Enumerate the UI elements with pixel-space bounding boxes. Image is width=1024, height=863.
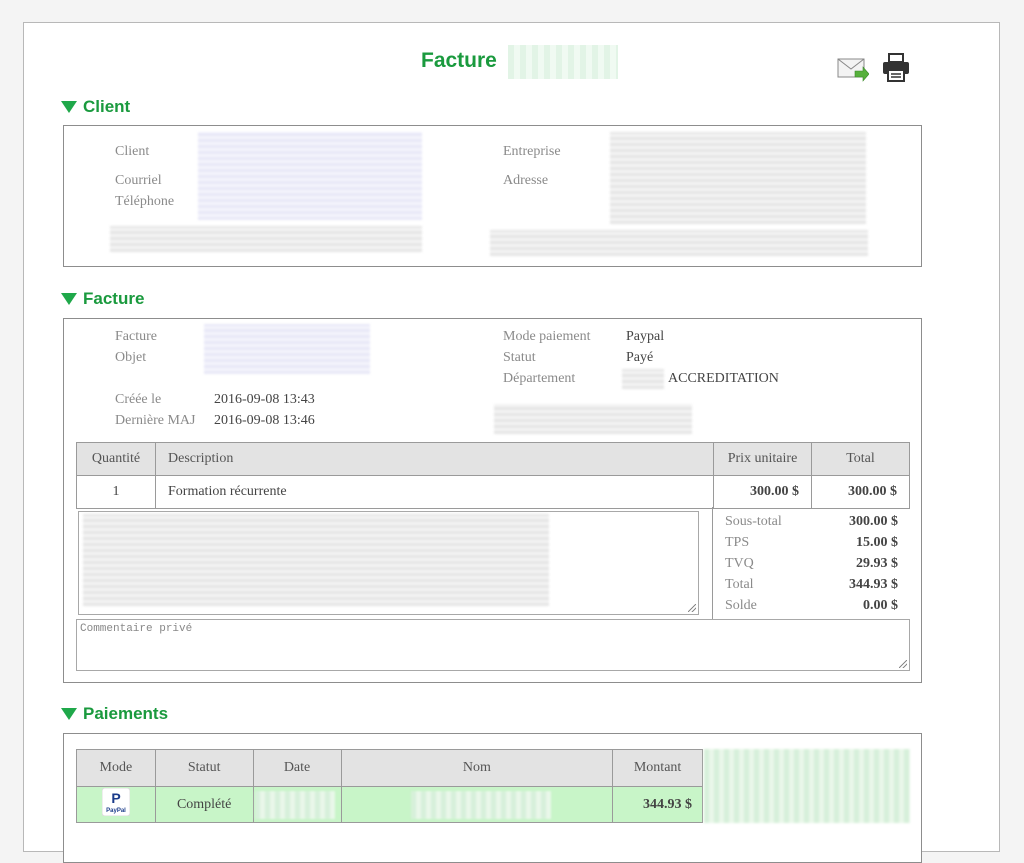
telephone-label: Téléphone xyxy=(115,194,175,209)
private-comment-textarea[interactable]: Commentaire privé xyxy=(76,619,910,671)
client-box: Client Courriel Téléphone Entreprise Adr… xyxy=(63,125,922,267)
solde-label: Solde xyxy=(725,598,757,613)
section-client-toggle[interactable]: Client xyxy=(61,97,130,117)
payment-mode-cell: P PayPal xyxy=(76,786,156,823)
departement-value: ACCREDITATION xyxy=(668,371,779,386)
public-comment-textarea[interactable] xyxy=(78,511,699,615)
address-extra-redacted xyxy=(490,230,868,256)
departement-code-redacted xyxy=(622,369,664,389)
payment-montant: 344.93 $ xyxy=(612,786,703,823)
item-description: Formation récurrente xyxy=(155,475,714,509)
collapse-triangle-icon xyxy=(61,101,77,113)
payment-statut: Complété xyxy=(154,786,254,823)
client-extra-redacted xyxy=(110,226,422,252)
invoice-number-redacted xyxy=(508,45,618,79)
item-qty: 1 xyxy=(76,475,156,509)
item-total: 300.00 $ xyxy=(811,475,910,509)
facture-objet-redacted xyxy=(204,324,370,374)
resize-grip-icon[interactable] xyxy=(899,660,907,668)
col-montant: Montant xyxy=(612,749,703,787)
table-row[interactable]: P PayPal Complété 344.93 $ xyxy=(76,786,703,823)
page-title: Facture xyxy=(421,49,497,72)
private-comment-placeholder: Commentaire privé xyxy=(80,623,193,635)
payments-table: Mode Statut Date Nom Montant P PayPal Co… xyxy=(76,749,703,823)
tps-value: 15.00 $ xyxy=(856,535,898,550)
client-label: Client xyxy=(115,144,150,159)
col-quantite: Quantité xyxy=(76,442,156,476)
col-nom: Nom xyxy=(340,749,614,787)
statut-label: Statut xyxy=(503,350,536,365)
totals-divider xyxy=(712,507,713,619)
tps-label: TPS xyxy=(725,535,750,550)
facture-extra-redacted xyxy=(494,404,692,434)
comment-text-redacted xyxy=(83,514,549,606)
creee-label: Créée le xyxy=(115,392,162,407)
mail-send-icon[interactable] xyxy=(837,57,870,88)
payment-date-redacted xyxy=(254,790,335,819)
paiements-box: Mode Statut Date Nom Montant P PayPal Co… xyxy=(63,733,922,863)
sous-total-label: Sous-total xyxy=(725,514,782,529)
maj-value: 2016-09-08 13:46 xyxy=(214,413,315,428)
items-table: Quantité Description Prix unitaire Total… xyxy=(76,442,910,509)
total-value: 344.93 $ xyxy=(849,577,898,592)
entreprise-label: Entreprise xyxy=(503,144,561,159)
creee-value: 2016-09-08 13:43 xyxy=(214,392,315,407)
payment-date-cell xyxy=(252,786,342,823)
col-date: Date xyxy=(252,749,342,787)
statut-value: Payé xyxy=(626,350,654,365)
sous-total-value: 300.00 $ xyxy=(849,514,898,529)
tvq-label: TVQ xyxy=(725,556,754,571)
total-label: Total xyxy=(725,577,754,592)
col-mode: Mode xyxy=(76,749,156,787)
facture-label: Facture xyxy=(115,329,157,344)
adresse-label: Adresse xyxy=(503,173,549,188)
section-paiements-toggle[interactable]: Paiements xyxy=(61,704,168,724)
courriel-label: Courriel xyxy=(115,173,162,188)
maj-label: Dernière MAJ xyxy=(115,413,196,428)
invoice-page: Facture Client Client Courriel Téléphone… xyxy=(23,22,1000,863)
solde-value: 0.00 $ xyxy=(863,598,898,613)
mode-paiement-value: Paypal xyxy=(626,329,665,344)
payment-nom-redacted xyxy=(410,790,551,819)
col-total: Total xyxy=(811,442,910,476)
facture-box: Facture Objet Créée le 2016-09-08 13:43 … xyxy=(63,318,922,683)
item-unit-price: 300.00 $ xyxy=(713,475,812,509)
client-details-redacted xyxy=(198,132,422,220)
payment-extra-redacted xyxy=(704,749,910,823)
collapse-triangle-icon xyxy=(61,708,77,720)
company-address-redacted xyxy=(610,132,866,224)
col-statut: Statut xyxy=(154,749,254,787)
departement-label: Département xyxy=(503,371,576,386)
tvq-value: 29.93 $ xyxy=(856,556,898,571)
col-prix-unitaire: Prix unitaire xyxy=(713,442,812,476)
objet-label: Objet xyxy=(115,350,147,365)
section-facture-toggle[interactable]: Facture xyxy=(61,289,144,309)
mode-paiement-label: Mode paiement xyxy=(503,329,591,344)
svg-text:P: P xyxy=(111,790,120,806)
resize-grip-icon[interactable] xyxy=(688,604,696,612)
printer-icon[interactable] xyxy=(882,53,910,88)
table-row: 1 Formation récurrente 300.00 $ 300.00 $ xyxy=(76,475,910,509)
payment-nom-cell xyxy=(340,786,614,823)
svg-text:PayPal: PayPal xyxy=(106,808,126,814)
col-description: Description xyxy=(155,442,714,476)
paypal-icon: P PayPal xyxy=(101,787,131,817)
collapse-triangle-icon xyxy=(61,293,77,305)
